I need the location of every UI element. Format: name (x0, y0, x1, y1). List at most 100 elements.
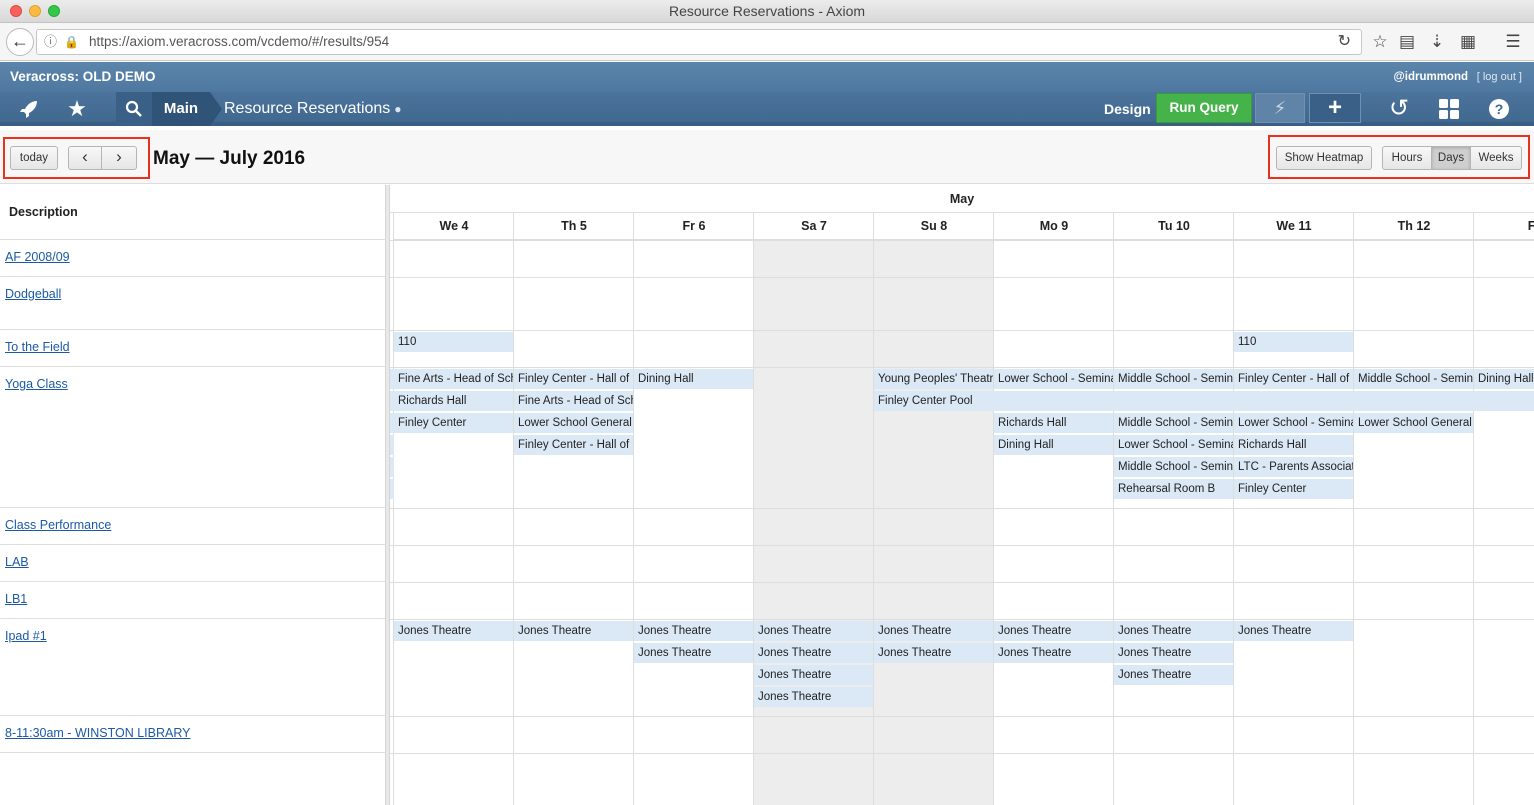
partial-event[interactable] (390, 435, 394, 455)
user-name[interactable]: @idrummond (1394, 62, 1468, 92)
help-icon[interactable]: ? (1484, 92, 1514, 126)
design-button[interactable]: Design (1104, 92, 1151, 126)
reservation-event[interactable]: Jones Theatre (1114, 643, 1233, 663)
reservation-event[interactable]: Jones Theatre (754, 687, 873, 707)
hours-view-button[interactable]: Hours (1382, 146, 1432, 170)
reservation-event[interactable]: Jones Theatre (994, 621, 1113, 641)
today-button[interactable]: today (10, 146, 58, 170)
reservation-event[interactable]: Jones Theatre (514, 621, 633, 641)
row-separator (390, 508, 1534, 509)
resource-link[interactable]: Ipad #1 (5, 629, 47, 643)
reservation-event[interactable]: Dining Hall (634, 369, 753, 389)
month-header: May (390, 185, 1534, 213)
reservation-event[interactable]: Finley Center Pool (874, 391, 1534, 411)
reservation-event[interactable]: Richards Hall (994, 413, 1113, 433)
window-titlebar: Resource Reservations - Axiom (0, 0, 1534, 23)
row-separator (390, 240, 1534, 241)
reservation-event[interactable]: Finley Center - Hall of Fame (1234, 369, 1353, 389)
reservation-event[interactable]: Middle School - Seminar (1114, 369, 1233, 389)
menu-icon[interactable]: ☰ (1501, 29, 1525, 55)
reservation-event[interactable]: Finley Center (394, 413, 513, 433)
reservation-event[interactable]: Jones Theatre (754, 621, 873, 641)
reservation-event[interactable]: Lower School - Seminar (994, 369, 1113, 389)
next-button[interactable]: › (101, 146, 137, 170)
add-icon[interactable]: + (1309, 93, 1361, 123)
reservation-event[interactable]: Jones Theatre (1234, 621, 1353, 641)
reservation-event[interactable]: Jones Theatre (1114, 665, 1233, 685)
resource-link[interactable]: Class Performance (5, 518, 111, 532)
resource-link[interactable]: AF 2008/09 (5, 250, 70, 264)
close-window-icon[interactable] (10, 5, 22, 17)
reservation-event[interactable]: Jones Theatre (1114, 621, 1233, 641)
reading-list-icon[interactable]: ▤ (1395, 29, 1419, 55)
resource-link[interactable]: To the Field (5, 340, 70, 354)
search-icon[interactable] (116, 92, 152, 126)
show-heatmap-button[interactable]: Show Heatmap (1276, 146, 1372, 170)
bolt-icon[interactable]: ⚡ (1255, 93, 1305, 123)
resource-link[interactable]: Dodgeball (5, 287, 61, 301)
reservation-event[interactable]: Lower School - Seminar (1114, 435, 1233, 455)
reservation-event[interactable]: Jones Theatre (754, 643, 873, 663)
days-view-button[interactable]: Days (1431, 146, 1471, 170)
reservation-event[interactable]: Dining Hall (994, 435, 1113, 455)
reservation-event[interactable]: Dining Hall (1474, 369, 1534, 389)
reservation-event[interactable]: Richards Hall (394, 391, 513, 411)
reservation-event[interactable]: Middle School - Seminar (1114, 413, 1233, 433)
weeks-view-button[interactable]: Weeks (1470, 146, 1522, 170)
run-query-button[interactable]: Run Query (1156, 93, 1252, 123)
description-row: Yoga Class (0, 367, 386, 508)
reservation-event[interactable]: Fine Arts - Head of School (394, 369, 513, 389)
back-arrow-icon[interactable]: ← (6, 28, 34, 56)
reservation-event[interactable]: Jones Theatre (754, 665, 873, 685)
extension-icon[interactable]: ▦ (1456, 29, 1480, 55)
breadcrumb-main[interactable]: Main (152, 92, 222, 126)
reservation-event[interactable]: Jones Theatre (874, 643, 993, 663)
rocket-icon[interactable] (14, 92, 44, 126)
resource-link[interactable]: Yoga Class (5, 377, 68, 391)
resource-link[interactable]: LB1 (5, 592, 27, 606)
reservation-event[interactable]: Middle School - Seminar (1114, 457, 1233, 477)
description-row: Class Performance (0, 508, 386, 545)
reload-icon[interactable]: ↻ (1338, 30, 1351, 54)
row-separator (390, 367, 1534, 368)
partial-event[interactable] (390, 457, 394, 477)
resource-link[interactable]: LAB (5, 555, 29, 569)
info-icon[interactable]: ⓘ (44, 30, 57, 54)
reservation-event[interactable]: Finley Center - Hall of Fame (514, 435, 633, 455)
address-bar[interactable]: ⓘ 🔒 https://axiom.veracross.com/vcdemo/#… (36, 29, 1362, 55)
reservation-event[interactable]: Jones Theatre (394, 621, 513, 641)
reservation-event[interactable]: Young Peoples' Theatre (874, 369, 993, 389)
prev-button[interactable]: ‹ (68, 146, 102, 170)
reservation-event[interactable]: Richards Hall (1234, 435, 1353, 455)
reservation-event[interactable]: Jones Theatre (994, 643, 1113, 663)
reservation-event[interactable]: Lower School General Meeting (514, 413, 633, 433)
logout-link[interactable]: [ log out ] (1477, 62, 1522, 92)
description-row: LB1 (0, 582, 386, 619)
reservation-event[interactable]: Finley Center - Hall of Fame (514, 369, 633, 389)
reservation-event[interactable]: Lower School - Seminar (1234, 413, 1353, 433)
svg-text:?: ? (1495, 101, 1504, 117)
grid-icon[interactable] (1434, 92, 1464, 126)
reservation-event[interactable]: Rehearsal Room B (1114, 479, 1233, 499)
download-icon[interactable]: ⇣ (1425, 29, 1449, 55)
reservation-event[interactable]: Lower School General Meeting (1354, 413, 1473, 433)
description-row: To the Field (0, 330, 386, 367)
reservation-event[interactable]: Jones Theatre (634, 621, 753, 641)
maximize-window-icon[interactable] (48, 5, 60, 17)
reservation-event[interactable]: Jones Theatre (634, 643, 753, 663)
reservation-event[interactable]: Middle School - Seminar (1354, 369, 1473, 389)
reservation-event[interactable]: Finley Center (1234, 479, 1353, 499)
star-icon[interactable]: ☆ (1368, 29, 1392, 55)
reservation-event[interactable]: 110 (394, 332, 513, 352)
partial-event[interactable] (390, 479, 394, 499)
minimize-window-icon[interactable] (29, 5, 41, 17)
favorite-star-icon[interactable]: ★ (62, 92, 92, 126)
history-icon[interactable]: ↺ (1384, 92, 1414, 126)
reservation-event[interactable]: 110 (1234, 332, 1353, 352)
reservation-event[interactable]: Jones Theatre (874, 621, 993, 641)
resource-link[interactable]: 8-11:30am - WINSTON LIBRARY (5, 726, 190, 740)
app-header: Veracross: OLD DEMO @idrummond [ log out… (0, 62, 1534, 92)
url-text[interactable]: https://axiom.veracross.com/vcdemo/#/res… (89, 30, 389, 54)
reservation-event[interactable]: Fine Arts - Head of School (514, 391, 633, 411)
reservation-event[interactable]: LTC - Parents Association (1234, 457, 1353, 477)
